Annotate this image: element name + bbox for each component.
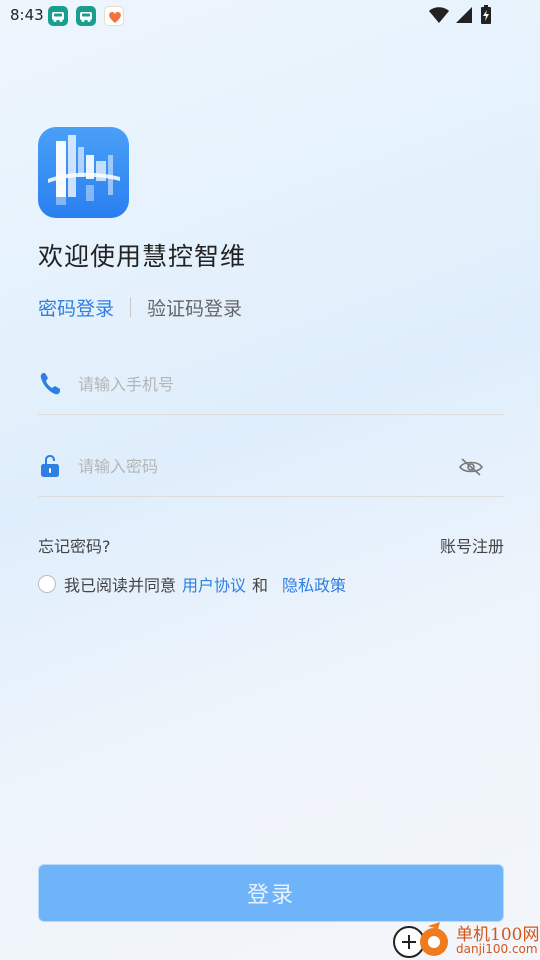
- agreement-row: 我已阅读并同意 用户协议 和 隐私政策: [38, 571, 346, 597]
- password-field: [38, 437, 504, 497]
- tab-password-login[interactable]: 密码登录: [38, 294, 114, 321]
- watermark-logo-icon: [393, 922, 448, 958]
- watermark-url: danji100.com: [456, 942, 538, 956]
- tab-divider: [130, 297, 132, 317]
- heart-app-icon: [104, 6, 124, 26]
- agreement-prefix: 我已阅读并同意: [64, 576, 177, 595]
- privacy-policy-link[interactable]: 隐私政策: [282, 572, 346, 596]
- building-logo-icon: [38, 127, 129, 218]
- register-link[interactable]: 账号注册: [440, 533, 504, 557]
- signal-icon: [456, 7, 472, 23]
- password-input[interactable]: [78, 451, 458, 481]
- battery-icon: [481, 5, 491, 24]
- watermark: 单机100网 danji100.com: [392, 916, 540, 960]
- system-icons: [428, 5, 508, 27]
- eye-hidden-icon[interactable]: [458, 457, 484, 477]
- status-time: 8:43: [10, 6, 44, 24]
- phone-input[interactable]: [78, 369, 458, 399]
- user-agreement-link[interactable]: 用户协议: [182, 572, 246, 596]
- car-app-icon: [48, 6, 68, 26]
- agreement-and: 和: [252, 576, 269, 595]
- phone-icon: [40, 373, 60, 395]
- lock-icon: [41, 455, 59, 477]
- agreement-checkbox[interactable]: [38, 575, 56, 593]
- phone-field: [38, 355, 504, 415]
- wifi-icon: [429, 7, 449, 23]
- welcome-title: 欢迎使用慧控智维: [38, 242, 247, 271]
- login-button[interactable]: 登录: [38, 864, 504, 922]
- login-tabs: 密码登录 验证码登录: [38, 294, 242, 320]
- tab-sms-login[interactable]: 验证码登录: [147, 294, 242, 321]
- status-bar: 8:43: [0, 0, 540, 32]
- forgot-password-link[interactable]: 忘记密码?: [38, 533, 111, 557]
- car-app-icon: [76, 6, 96, 26]
